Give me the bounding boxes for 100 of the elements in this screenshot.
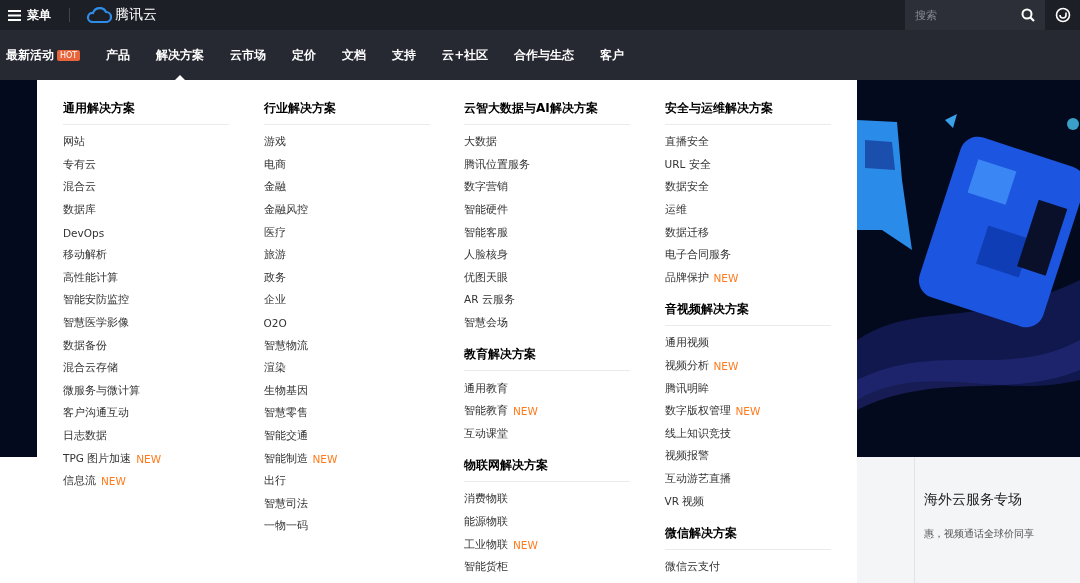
menu-link[interactable]: 数字版权管理: [664, 404, 731, 419]
menu-link[interactable]: 游戏: [263, 135, 286, 150]
nav-tab[interactable]: 合作与生态: [514, 30, 575, 80]
nav-tab[interactable]: 云+社区: [442, 30, 489, 80]
menu-link[interactable]: O2O: [263, 317, 287, 330]
menu-link[interactable]: 数据备份: [63, 338, 107, 353]
menu-link[interactable]: 智慧零售: [263, 406, 308, 421]
menu-link[interactable]: 数据迁移: [664, 225, 709, 240]
menu-link[interactable]: 智能教育: [464, 404, 508, 419]
search-icon[interactable]: [1021, 8, 1035, 22]
menu-link[interactable]: 互动游艺直播: [664, 472, 731, 486]
menu-link[interactable]: AR 云服务: [464, 293, 515, 308]
hot-badge: HOT: [57, 49, 81, 61]
new-tag: NEW: [713, 360, 739, 373]
new-tag: NEW: [513, 405, 538, 418]
section-heading: 行业解决方案: [263, 100, 430, 125]
nav-tab[interactable]: 解决方案: [156, 30, 205, 80]
nav-tab[interactable]: 云市场: [230, 30, 267, 80]
menu-icon: [8, 9, 21, 21]
menu-link[interactable]: 通用视频: [664, 336, 709, 351]
menu-link[interactable]: 智能硬件: [464, 203, 508, 218]
menu-link[interactable]: 工业物联: [464, 537, 508, 552]
menu-link[interactable]: URL 安全: [664, 157, 711, 172]
nav-tab[interactable]: 最新活动 HOT: [6, 30, 81, 80]
menu-link[interactable]: 出行: [263, 474, 286, 489]
section-heading: 微信解决方案: [664, 524, 831, 550]
menu-link[interactable]: 腾讯明眸: [664, 381, 709, 396]
nav-tab[interactable]: 支持: [392, 30, 417, 80]
promo-title: 海外云服务专场: [924, 491, 1023, 509]
menu-link[interactable]: 视频分析: [664, 359, 709, 374]
menu-link[interactable]: 数字营销: [464, 180, 508, 195]
menu-link[interactable]: 品牌保护: [664, 270, 709, 285]
section-heading: 教育解决方案: [464, 346, 630, 372]
menu-link[interactable]: 智慧物流: [263, 338, 308, 353]
menu-link[interactable]: 数据库: [63, 203, 96, 218]
new-tag: NEW: [735, 405, 761, 418]
menu-link[interactable]: 直播安全: [664, 135, 709, 150]
menu-link[interactable]: TPG 图片加速: [63, 451, 132, 466]
menu-link[interactable]: 一物一码: [263, 519, 308, 534]
menu-link[interactable]: 优图天眼: [464, 270, 508, 285]
section-heading: 物联网解决方案: [464, 457, 630, 483]
menu-link[interactable]: 微信云支付: [664, 560, 720, 575]
menu-link[interactable]: 线上知识竞技: [664, 426, 731, 441]
menu-link[interactable]: 消费物联: [464, 492, 508, 507]
menu-link[interactable]: 渲染: [263, 361, 286, 376]
menu-link[interactable]: 智能交通: [263, 429, 308, 443]
menu-link[interactable]: 企业: [263, 293, 286, 308]
menu-link[interactable]: 电商: [263, 157, 286, 172]
menu-link[interactable]: 专有云: [63, 157, 96, 172]
menu-link[interactable]: 医疗: [263, 225, 286, 240]
menu-link[interactable]: 智慧医学影像: [63, 316, 129, 331]
menu-link[interactable]: 客户沟通互动: [63, 406, 129, 421]
section-heading: 音视频解决方案: [664, 301, 831, 327]
menu-link[interactable]: 人脸核身: [464, 248, 508, 263]
menu-link[interactable]: 智能货柜: [464, 560, 508, 575]
menu-link[interactable]: 日志数据: [63, 429, 107, 443]
search-field[interactable]: 搜索: [905, 0, 1045, 30]
menu-link[interactable]: 数据安全: [664, 180, 709, 195]
new-tag: NEW: [713, 271, 739, 284]
menu-link[interactable]: 智慧会场: [464, 316, 508, 331]
menu-link[interactable]: 金融: [263, 180, 286, 195]
brand-logo[interactable]: 腾讯云: [86, 6, 157, 24]
new-tag: NEW: [101, 475, 126, 488]
menu-link[interactable]: 智能客服: [464, 225, 508, 240]
menu-link[interactable]: 运维: [664, 203, 687, 218]
section-heading: 云智大数据与AI解决方案: [464, 100, 630, 125]
menu-link[interactable]: 移动解析: [63, 248, 107, 263]
new-tag: NEW: [136, 452, 162, 465]
menu-link[interactable]: 旅游: [263, 248, 286, 263]
menu-link[interactable]: VR 视频: [664, 494, 705, 509]
menu-link[interactable]: 智慧司法: [263, 496, 308, 511]
menu-link[interactable]: 高性能计算: [63, 270, 118, 285]
menu-link[interactable]: 生物基因: [263, 383, 308, 398]
menu-link[interactable]: 大数据: [464, 135, 497, 150]
menu-button[interactable]: 菜单: [0, 0, 59, 30]
menu-link[interactable]: 政务: [263, 270, 286, 285]
menu-link[interactable]: 互动课堂: [464, 426, 508, 441]
menu-link[interactable]: DevOps: [63, 226, 105, 239]
nav-tab[interactable]: 产品: [106, 30, 131, 80]
menu-link[interactable]: 智能制造: [263, 451, 308, 466]
menu-link[interactable]: 电子合同服务: [664, 248, 731, 263]
promo-text: 惠，视频通话全球价同享: [924, 527, 1034, 541]
new-tag: NEW: [513, 538, 538, 551]
menu-link[interactable]: 微服务与微计算: [63, 383, 140, 398]
nav-tab[interactable]: 客户: [600, 30, 625, 80]
menu-link[interactable]: 混合云存储: [63, 361, 118, 376]
menu-link[interactable]: 金融风控: [263, 203, 308, 218]
menu-link[interactable]: 智能安防监控: [63, 293, 129, 308]
menu-link[interactable]: 网站: [63, 135, 85, 150]
menu-link[interactable]: 混合云: [63, 180, 96, 195]
menu-link[interactable]: 通用教育: [464, 381, 508, 396]
nav-tab[interactable]: 定价: [292, 30, 317, 80]
menu-link[interactable]: 视频报警: [664, 449, 709, 464]
menu-link[interactable]: 信息流: [63, 474, 96, 489]
menu-link[interactable]: 腾讯位置服务: [464, 157, 530, 172]
cloud-icon: [86, 7, 112, 23]
section-heading: 安全与运维解决方案: [664, 100, 831, 125]
nav-tab[interactable]: 文档: [342, 30, 367, 80]
menu-link[interactable]: 能源物联: [464, 515, 508, 529]
new-tag: NEW: [312, 452, 338, 465]
